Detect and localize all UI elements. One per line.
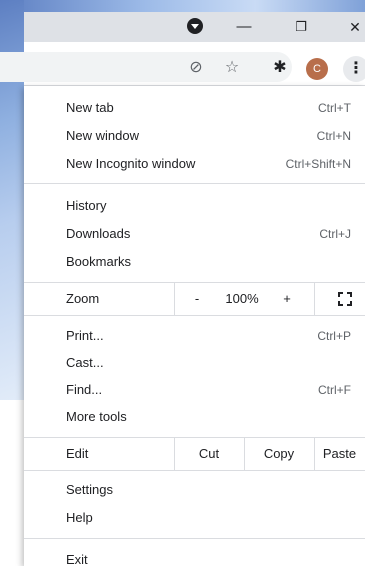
edit-label: Edit (66, 446, 89, 461)
menu-item-downloads[interactable]: Downloads Ctrl+J (24, 220, 365, 248)
extensions-puzzle-icon[interactable]: ✱ (268, 56, 292, 80)
menu-item-shortcut: Ctrl+F (318, 383, 351, 397)
menu-item-label: New tab (66, 100, 114, 115)
menu-separator (24, 470, 365, 471)
zoom-divider (314, 283, 315, 315)
zoom-label: Zoom (66, 291, 100, 306)
menu-item-label: Bookmarks (66, 254, 132, 269)
menu-item-bookmarks[interactable]: Bookmarks (24, 248, 365, 276)
fullscreen-icon[interactable] (338, 292, 352, 306)
menu-item-shortcut: Ctrl+T (318, 101, 351, 115)
menu-item-label: Print... (66, 328, 104, 343)
menu-separator (24, 315, 365, 316)
menu-item-label: Settings (66, 482, 113, 497)
menu-item-new-incognito-window[interactable]: New Incognito window Ctrl+Shift+N (24, 150, 365, 178)
copy-button[interactable]: Copy (244, 438, 314, 470)
zoom-row: Zoom - 100% + (24, 283, 365, 315)
menu-item-history[interactable]: History (24, 192, 365, 220)
menu-item-more-tools[interactable]: More tools (24, 403, 365, 431)
restore-button[interactable]: ❐ (289, 12, 313, 42)
menu-kebab-icon[interactable]: ⋮ (343, 56, 365, 82)
menu-item-settings[interactable]: Settings (24, 476, 365, 504)
menu-item-cast[interactable]: Cast... (24, 349, 365, 377)
menu-item-shortcut: Ctrl+P (317, 329, 351, 343)
zoom-in-button[interactable]: + (264, 283, 310, 315)
menu-item-new-window[interactable]: New window Ctrl+N (24, 122, 365, 150)
eye-off-icon[interactable]: ⊘ (184, 56, 208, 80)
zoom-level: 100% (225, 291, 259, 306)
menu-item-label: Find... (66, 382, 103, 397)
menu-item-exit[interactable]: Exit (24, 546, 365, 566)
paste-button[interactable]: Paste (314, 438, 365, 470)
edit-row: Edit Cut Copy Paste (24, 438, 365, 470)
menu-item-label: Help (66, 510, 93, 525)
menu-item-shortcut: Ctrl+J (319, 227, 351, 241)
address-bar[interactable] (0, 52, 292, 82)
menu-item-find[interactable]: Find... Ctrl+F (24, 376, 365, 404)
menu-item-new-tab[interactable]: New tab Ctrl+T (24, 94, 365, 122)
menu-item-shortcut: Ctrl+Shift+N (285, 157, 351, 171)
chrome-main-menu: New tab Ctrl+T New window Ctrl+N New Inc… (24, 86, 365, 566)
menu-item-label: More tools (66, 409, 127, 424)
minimize-button[interactable]: — (232, 12, 256, 42)
cut-button[interactable]: Cut (174, 438, 244, 470)
zoom-out-button[interactable]: - (174, 283, 220, 315)
menu-item-print[interactable]: Print... Ctrl+P (24, 322, 365, 350)
menu-separator (24, 538, 365, 539)
menu-item-help[interactable]: Help (24, 504, 365, 532)
dropdown-circle-icon[interactable] (187, 18, 203, 34)
menu-item-label: Cast... (66, 355, 104, 370)
menu-separator (24, 183, 365, 184)
close-button[interactable]: ✕ (343, 12, 365, 42)
menu-item-label: New Incognito window (66, 156, 196, 171)
menu-item-label: Exit (66, 552, 88, 566)
menu-item-label: New window (66, 128, 139, 143)
menu-item-shortcut: Ctrl+N (316, 129, 351, 143)
menu-item-label: Downloads (66, 226, 131, 241)
menu-item-label: History (66, 198, 107, 213)
desktop-background-top (0, 0, 365, 12)
bookmark-star-icon[interactable]: ☆ (220, 56, 244, 80)
profile-avatar[interactable]: C (306, 58, 328, 80)
